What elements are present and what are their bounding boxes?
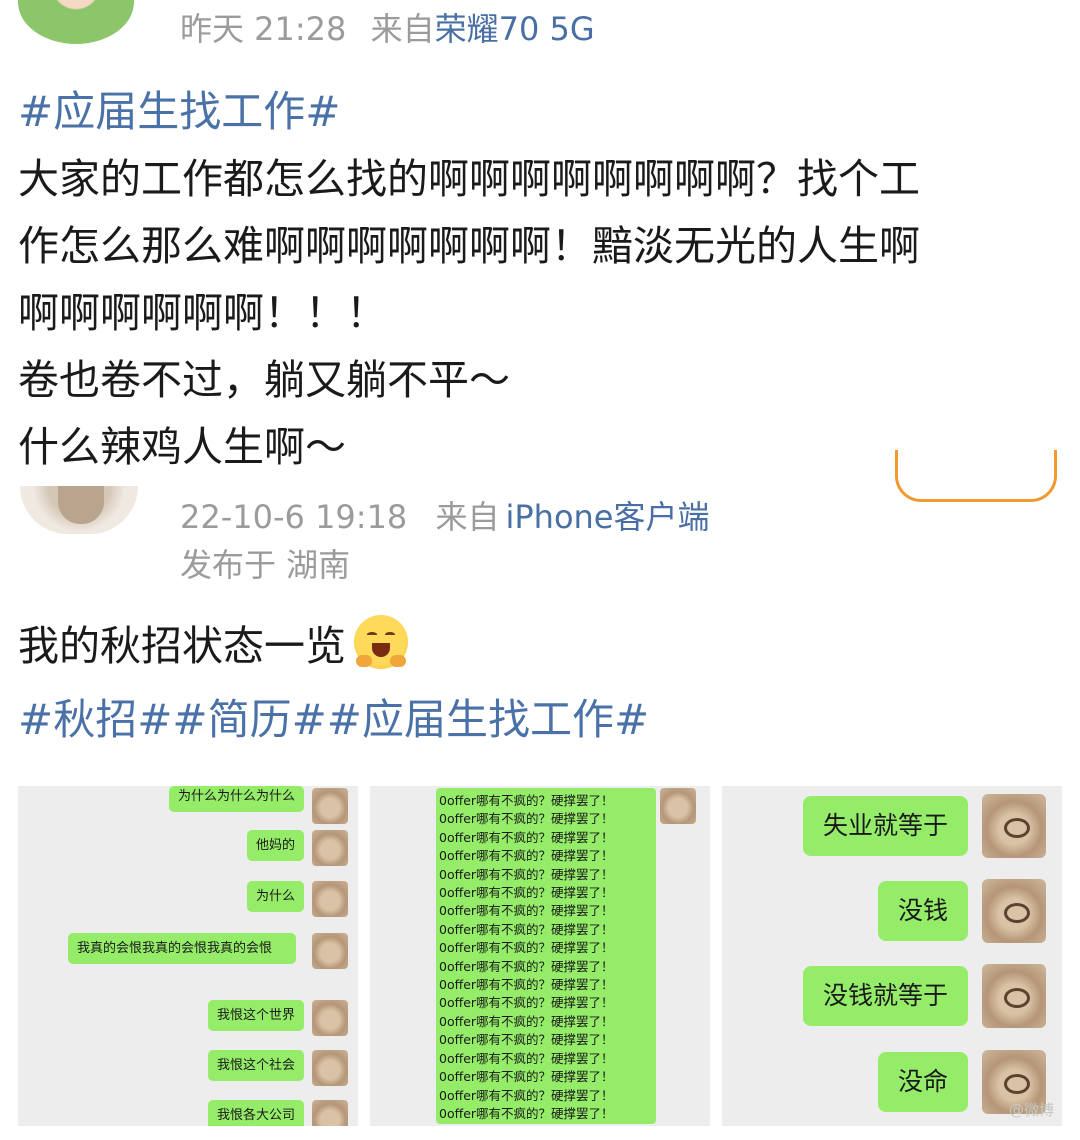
chat-line: 0offer哪有不疯的？硬撑罢了！ [439,793,614,808]
post-text-line: 我的秋招状态一览 [18,622,346,670]
chat-avatar [312,1000,348,1036]
chat-line: 0offer哪有不疯的？硬撑罢了！ [439,995,614,1011]
chat-avatar [312,933,348,969]
chat-bubble: 他妈的 [246,830,304,861]
chat-line: 0offer哪有不疯的？硬撑罢了！ [439,885,614,901]
post-time: 22-10-6 19:18 [180,498,408,536]
post-text-line: 啊啊啊啊啊啊！！！ [18,289,387,337]
source-prefix: 来自 [370,10,435,48]
chat-line: 0offer哪有不疯的？硬撑罢了！ [439,811,614,827]
source-link[interactable]: 荣耀70 5G [435,10,595,48]
chat-line: 0offer哪有不疯的？硬撑罢了！ [439,848,614,864]
chat-bubble: 我恨各大公司 [207,1100,304,1126]
avatar[interactable] [20,486,138,534]
chat-avatar [312,1050,348,1086]
chat-line: 0offer哪有不疯的？硬撑罢了！ [439,829,614,845]
post-location: 发布于 湖南 [180,546,351,584]
chat-bubble: 失业就等于 [802,796,968,856]
chat-line: 0offer哪有不疯的？硬撑罢了！ [439,1105,614,1121]
chat-bubble: 没钱就等于 [802,966,968,1026]
chat-line: 0offer哪有不疯的？硬撑罢了！ [439,1087,614,1103]
chat-avatar [312,788,348,824]
post-image-3[interactable]: 失业就等于 没钱 没钱就等于 没命 @微博 [722,786,1062,1126]
weibo-feed: 昨天 21:28 来自荣耀70 5G #应届生找工作# 大家的工作都怎么找的啊啊… [0,0,1080,1140]
post-text-line: 大家的工作都怎么找的啊啊啊啊啊啊啊啊？找个工 [18,155,920,203]
hashtag-links[interactable]: #秋招##简历##应届生找工作# [18,686,649,747]
chat-bubble: 0offer哪有不疯的？硬撑罢了！ 0offer哪有不疯的？硬撑罢了！ 0off… [436,788,656,1124]
chat-avatar [982,794,1046,858]
post-text-line: 卷也卷不过，躺又躺不平～ [18,356,510,404]
chat-avatar [660,788,696,824]
post-image-1[interactable]: 为什么为什么为什么 他妈的 为什么 我真的会恨我真的会恨我真的会恨 我恨这个世界… [18,786,358,1126]
chat-line: 0offer哪有不疯的？硬撑罢了！ [439,866,614,882]
chat-line: 0offer哪有不疯的？硬撑罢了！ [439,1032,614,1048]
source-link[interactable]: iPhone客户端 [505,498,709,536]
chat-avatar [982,964,1046,1028]
chat-bubble: 为什么为什么为什么 [168,786,304,812]
post-meta: 昨天 21:28 来自荣耀70 5G [180,4,595,50]
chat-line: 0offer哪有不疯的？硬撑罢了！ [439,977,614,993]
chat-avatar [312,830,348,866]
chat-avatar [982,879,1046,943]
post-meta: 22-10-6 19:18 来自 iPhone客户端 [180,492,710,538]
hashtag-link[interactable]: #应届生找工作# [18,78,340,139]
post-text-line: 作怎么那么难啊啊啊啊啊啊啊！黯淡无光的人生啊 [18,222,920,270]
follow-button[interactable] [895,450,1057,502]
avatar[interactable] [18,0,134,44]
chat-line: 0offer哪有不疯的？硬撑罢了！ [439,940,614,956]
chat-bubble: 没命 [877,1052,968,1112]
chat-avatar [312,881,348,917]
chat-line: 0offer哪有不疯的？硬撑罢了！ [439,903,614,919]
blush-hands-emoji-icon [354,615,408,669]
post-image-2[interactable]: 0offer哪有不疯的？硬撑罢了！ 0offer哪有不疯的？硬撑罢了！ 0off… [370,786,710,1126]
post-time: 昨天 21:28 [180,10,347,48]
post-text: 大家的工作都怎么找的啊啊啊啊啊啊啊啊？找个工 作怎么那么难啊啊啊啊啊啊啊！黯淡无… [18,146,1062,481]
chat-line: 0offer哪有不疯的？硬撑罢了！ [439,1050,614,1066]
chat-bubble: 我真的会恨我真的会恨我真的会恨 [68,933,296,964]
chat-line: 0offer哪有不疯的？硬撑罢了！ [439,1013,614,1029]
chat-bubble: 没钱 [877,881,968,941]
chat-line: 0offer哪有不疯的？硬撑罢了！ [439,958,614,974]
chat-bubble: 我恨这个社会 [207,1050,304,1081]
post-text: 我的秋招状态一览 [18,612,408,672]
chat-bubble: 我恨这个世界 [207,1000,304,1031]
source-prefix: 来自 [435,498,500,536]
chat-avatar [312,1100,348,1126]
chat-line: 0offer哪有不疯的？硬撑罢了！ [439,1069,614,1085]
chat-bubble: 为什么 [246,881,304,912]
chat-line: 0offer哪有不疯的？硬撑罢了！ [439,921,614,937]
watermark: @微博 [1008,1101,1054,1119]
